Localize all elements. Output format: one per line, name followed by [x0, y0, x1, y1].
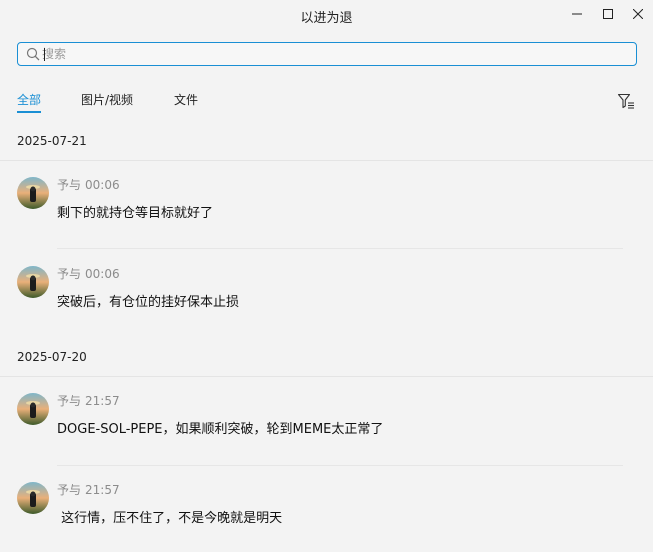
- avatar[interactable]: [17, 266, 49, 298]
- minimize-button[interactable]: [561, 0, 593, 28]
- message-item[interactable]: 予与 21:57 DOGE-SOL-PEPE，如果顺利突破，轮到MEME太正常了: [0, 393, 653, 479]
- message-text: 剩下的就持仓等目标就好了: [57, 206, 214, 221]
- date-header: 2025-07-21: [17, 134, 87, 148]
- avatar[interactable]: [17, 393, 49, 425]
- avatar[interactable]: [17, 482, 49, 514]
- filter-tabs: 全部 图片/视频 文件: [17, 91, 637, 115]
- message-time: 21:57: [85, 394, 120, 408]
- tab-media[interactable]: 图片/视频: [81, 91, 133, 108]
- date-header: 2025-07-20: [17, 350, 87, 364]
- message-divider: [57, 248, 623, 249]
- window-title: 以进为退: [300, 11, 353, 26]
- title-bar[interactable]: 以进为退: [0, 0, 653, 30]
- date-divider: [0, 376, 653, 377]
- search-input[interactable]: [42, 44, 632, 64]
- maximize-button[interactable]: [592, 0, 624, 28]
- avatar[interactable]: [17, 177, 49, 209]
- message-item[interactable]: 予与 00:06 剩下的就持仓等目标就好了: [0, 177, 653, 263]
- maximize-icon: [603, 9, 613, 19]
- message-item[interactable]: 予与 21:57 这行情，压不住了，不是今晚就是明天: [0, 482, 653, 552]
- message-meta: 予与 21:57: [57, 481, 120, 498]
- message-time: 00:06: [85, 178, 120, 192]
- message-text: DOGE-SOL-PEPE，如果顺利突破，轮到MEME太正常了: [57, 422, 384, 437]
- tab-files-label: 文件: [174, 93, 199, 107]
- message-item[interactable]: 予与 00:06 突破后，有仓位的挂好保本止损: [0, 266, 653, 352]
- sender-name: 予与: [57, 394, 82, 408]
- sender-name: 予与: [57, 483, 82, 497]
- tab-all[interactable]: 全部: [17, 91, 42, 113]
- filter-button[interactable]: [617, 92, 635, 110]
- filter-icon: [617, 93, 634, 109]
- message-text: 这行情，压不住了，不是今晚就是明天: [57, 511, 283, 526]
- message-meta: 予与 00:06: [57, 176, 120, 193]
- sender-name: 予与: [57, 178, 82, 192]
- sender-name: 予与: [57, 267, 82, 281]
- message-time: 00:06: [85, 267, 120, 281]
- date-divider: [0, 160, 653, 161]
- chat-history-window: 以进为退 全部: [0, 0, 653, 552]
- tab-files[interactable]: 文件: [174, 91, 198, 108]
- avatar-image-icon: [17, 177, 49, 209]
- message-divider: [57, 465, 623, 466]
- close-icon: [633, 9, 643, 19]
- text-caret: [44, 48, 45, 61]
- search-icon: [26, 47, 40, 61]
- avatar-image-icon: [17, 482, 49, 514]
- close-button[interactable]: [622, 0, 653, 28]
- search-box[interactable]: [17, 42, 637, 66]
- message-text: 突破后，有仓位的挂好保本止损: [57, 295, 240, 310]
- message-meta: 予与 00:06: [57, 265, 120, 282]
- avatar-image-icon: [17, 266, 49, 298]
- message-time: 21:57: [85, 483, 120, 497]
- minimize-icon: [572, 13, 582, 15]
- avatar-image-icon: [17, 393, 49, 425]
- tab-media-label: 图片/视频: [81, 93, 134, 107]
- tab-all-label: 全部: [17, 93, 42, 107]
- active-tab-indicator: [17, 111, 41, 113]
- message-meta: 予与 21:57: [57, 392, 120, 409]
